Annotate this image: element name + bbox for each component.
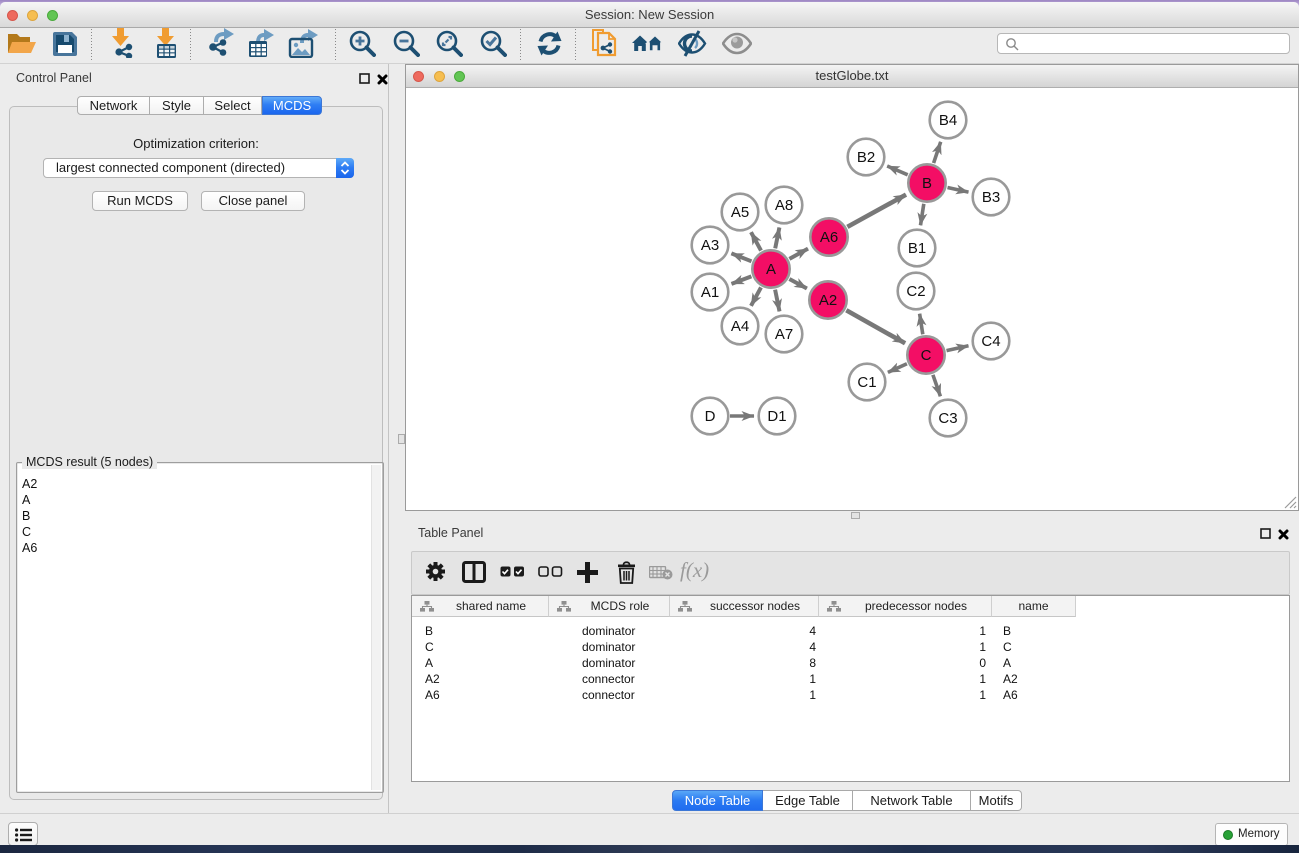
svg-text:D: D — [705, 408, 716, 425]
svg-text:C1: C1 — [857, 374, 876, 391]
svg-text:B2: B2 — [857, 149, 875, 166]
svg-text:A1: A1 — [701, 284, 719, 301]
svg-text:A: A — [766, 261, 776, 278]
svg-text:A4: A4 — [731, 318, 749, 335]
svg-text:C: C — [921, 347, 932, 364]
svg-text:A7: A7 — [775, 326, 793, 343]
svg-text:C3: C3 — [938, 410, 957, 427]
svg-text:C4: C4 — [981, 333, 1000, 350]
svg-text:B4: B4 — [939, 112, 957, 129]
svg-text:A6: A6 — [820, 229, 838, 246]
svg-text:A5: A5 — [731, 204, 749, 221]
svg-text:D1: D1 — [767, 408, 786, 425]
svg-text:B3: B3 — [982, 189, 1000, 206]
svg-text:A2: A2 — [819, 292, 837, 309]
svg-text:A8: A8 — [775, 197, 793, 214]
svg-text:B1: B1 — [908, 240, 926, 257]
svg-text:B: B — [922, 175, 932, 192]
svg-text:C2: C2 — [906, 283, 925, 300]
svg-text:A3: A3 — [701, 237, 719, 254]
